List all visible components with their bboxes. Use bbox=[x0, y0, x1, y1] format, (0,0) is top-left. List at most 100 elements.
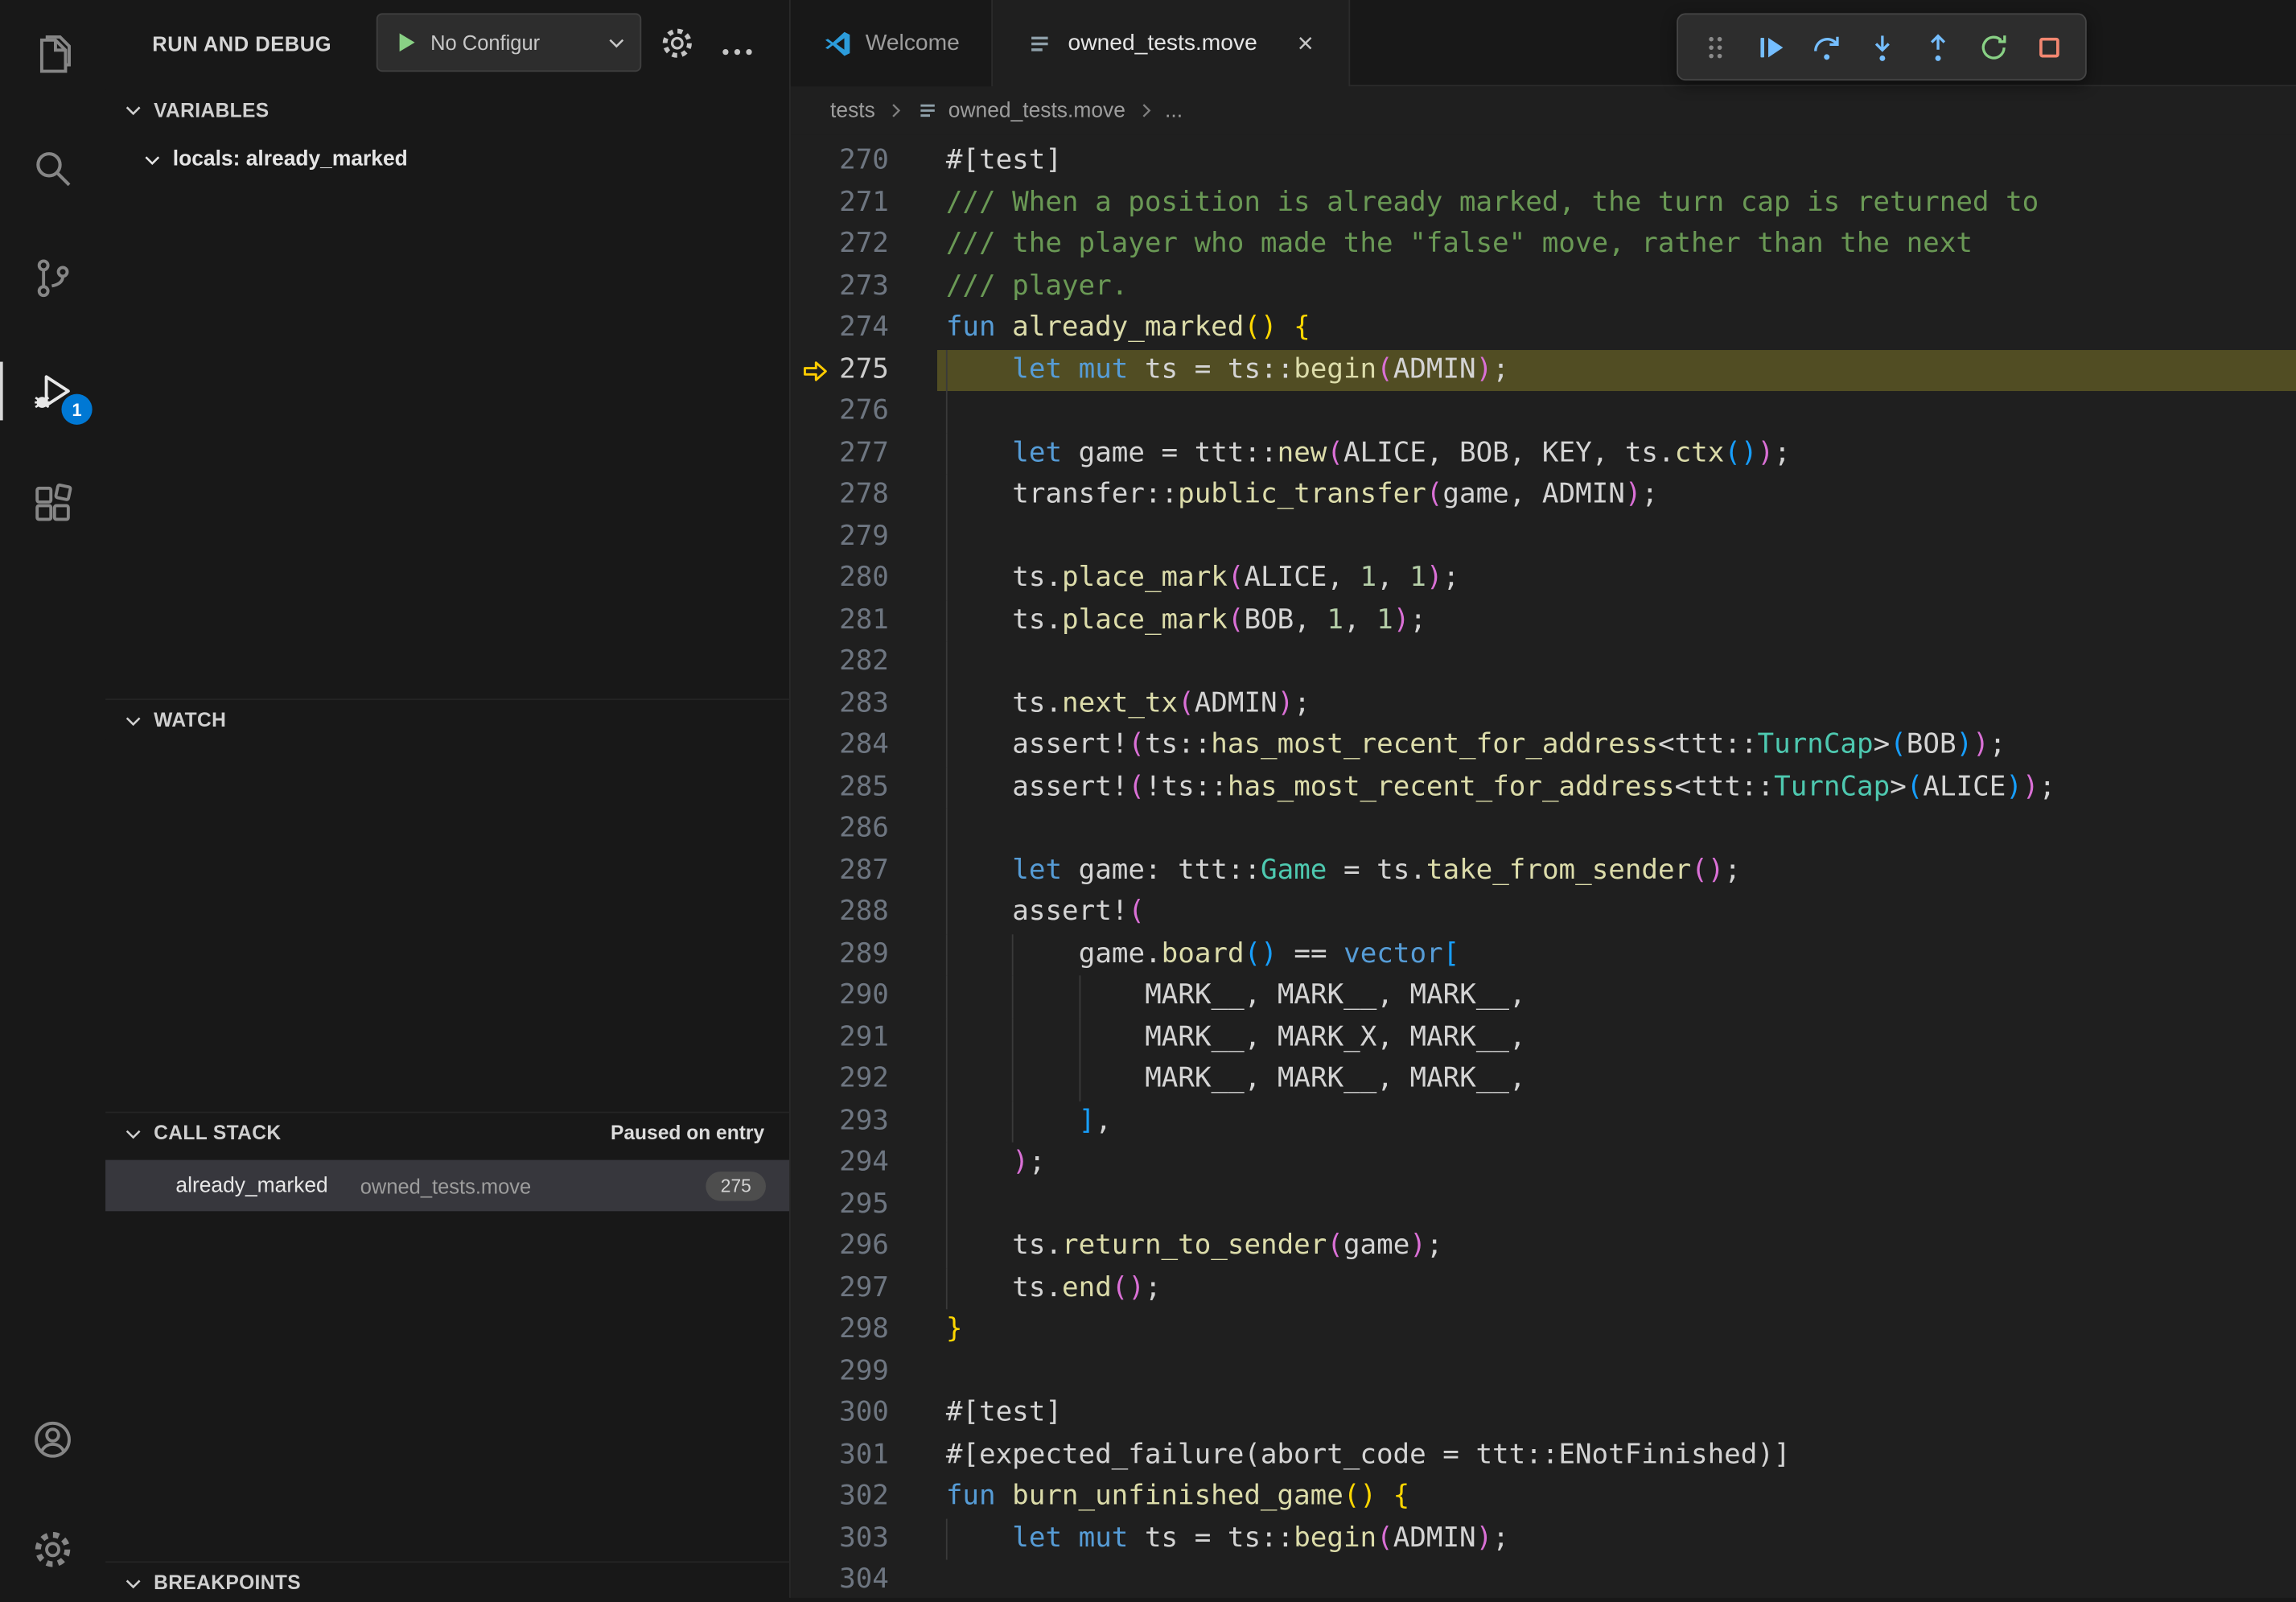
code-line-301[interactable]: 301#[expected_failure(abort_code = ttt::… bbox=[791, 1435, 2296, 1476]
line-number: 283 bbox=[791, 683, 889, 725]
line-number: 276 bbox=[791, 391, 889, 433]
explorer-icon[interactable] bbox=[0, 18, 105, 94]
indent-guide bbox=[1012, 933, 1078, 975]
code-text: fun burn_unfinished_game() { bbox=[946, 1476, 1409, 1518]
tab-welcome[interactable]: Welcome bbox=[791, 0, 994, 86]
code-line-275[interactable]: 275let mut ts = ts::begin(ADMIN); bbox=[791, 349, 2296, 391]
code-line-290[interactable]: 290MARK__, MARK__, MARK__, bbox=[791, 975, 2296, 1017]
start-debugging-icon[interactable] bbox=[391, 28, 420, 57]
code-line-273[interactable]: 273/// player. bbox=[791, 266, 2296, 307]
code-text: /// player. bbox=[946, 266, 1128, 307]
code-text: let game = ttt::new(ALICE, BOB, KEY, ts.… bbox=[946, 433, 1791, 475]
code-line-298[interactable]: 298} bbox=[791, 1309, 2296, 1351]
search-icon[interactable] bbox=[0, 130, 105, 207]
breakpoints-section-header[interactable]: BREAKPOINTS bbox=[105, 1561, 789, 1602]
code-line-294[interactable]: 294); bbox=[791, 1143, 2296, 1184]
code-line-286[interactable]: 286 bbox=[791, 809, 2296, 850]
code-line-295[interactable]: 295 bbox=[791, 1184, 2296, 1226]
indent-guide bbox=[1079, 975, 1145, 1017]
sidebar-title: RUN AND DEBUG bbox=[152, 0, 331, 86]
code-line-289[interactable]: 289game.board() == vector[ bbox=[791, 933, 2296, 975]
call-stack-frame[interactable]: already_marked owned_tests.move 275 bbox=[105, 1160, 789, 1212]
close-icon[interactable] bbox=[1294, 32, 1315, 54]
step-out-icon[interactable] bbox=[1914, 22, 1961, 72]
restart-icon[interactable] bbox=[1969, 22, 2016, 72]
code-line-276[interactable]: 276 bbox=[791, 391, 2296, 433]
debug-config-dropdown[interactable]: No Configur bbox=[376, 13, 641, 72]
indent-guide bbox=[1012, 1059, 1078, 1101]
indent-guide bbox=[946, 517, 1012, 558]
continue-icon[interactable] bbox=[1747, 22, 1793, 72]
chevron-right-icon bbox=[1136, 101, 1155, 121]
call-stack-header-label: CALL STACK bbox=[154, 1122, 281, 1143]
code-line-282[interactable]: 282 bbox=[791, 641, 2296, 683]
more-actions-icon[interactable] bbox=[721, 38, 755, 64]
code-line-296[interactable]: 296ts.return_to_sender(game); bbox=[791, 1226, 2296, 1268]
indent-guide bbox=[946, 641, 1012, 683]
frame-function-name: already_marked bbox=[175, 1174, 327, 1197]
code-line-271[interactable]: 271/// When a position is already marked… bbox=[791, 183, 2296, 224]
code-line-285[interactable]: 285assert!(!ts::has_most_recent_for_addr… bbox=[791, 767, 2296, 809]
account-icon[interactable] bbox=[0, 1402, 105, 1478]
code-line-280[interactable]: 280ts.place_mark(ALICE, 1, 1); bbox=[791, 558, 2296, 599]
code-line-288[interactable]: 288assert!( bbox=[791, 892, 2296, 934]
code-line-304[interactable]: 304 bbox=[791, 1560, 2296, 1598]
code-line-297[interactable]: 297ts.end(); bbox=[791, 1267, 2296, 1309]
code-line-287[interactable]: 287let game: ttt::Game = ts.take_from_se… bbox=[791, 850, 2296, 892]
line-number: 280 bbox=[791, 558, 889, 599]
code-line-291[interactable]: 291MARK__, MARK_X, MARK__, bbox=[791, 1017, 2296, 1059]
breadcrumb-item-symbol[interactable]: ... bbox=[1165, 99, 1183, 122]
code-line-278[interactable]: 278transfer::public_transfer(game, ADMIN… bbox=[791, 475, 2296, 517]
code-line-277[interactable]: 277let game = ttt::new(ALICE, BOB, KEY, … bbox=[791, 433, 2296, 475]
code-line-270[interactable]: 270#[test] bbox=[791, 141, 2296, 183]
code-line-281[interactable]: 281ts.place_mark(BOB, 1, 1); bbox=[791, 599, 2296, 641]
indent-guide bbox=[946, 975, 1012, 1017]
code-line-292[interactable]: 292MARK__, MARK__, MARK__, bbox=[791, 1059, 2296, 1101]
watch-header-label: WATCH bbox=[154, 709, 226, 731]
step-over-icon[interactable] bbox=[1803, 22, 1850, 72]
line-number: 281 bbox=[791, 599, 889, 641]
stop-icon[interactable] bbox=[2025, 22, 2072, 72]
code-line-293[interactable]: 293], bbox=[791, 1101, 2296, 1143]
scope-label: locals: already_marked bbox=[173, 148, 408, 171]
breadcrumb-item-tests[interactable]: tests bbox=[830, 99, 875, 122]
code-line-284[interactable]: 284assert!(ts::has_most_recent_for_addre… bbox=[791, 725, 2296, 767]
line-number: 291 bbox=[791, 1017, 889, 1059]
code-line-274[interactable]: 274fun already_marked() { bbox=[791, 307, 2296, 349]
extensions-icon[interactable] bbox=[0, 466, 105, 542]
variables-section-header[interactable]: VARIABLES bbox=[105, 89, 789, 130]
indent-guide bbox=[946, 767, 1012, 809]
step-into-icon[interactable] bbox=[1858, 22, 1905, 72]
run-and-debug-icon[interactable]: 1 bbox=[0, 353, 105, 430]
file-icon bbox=[915, 98, 940, 123]
indent-guide bbox=[946, 433, 1012, 475]
indent-guide bbox=[946, 1226, 1012, 1268]
variables-scope-locals[interactable]: locals: already_marked bbox=[105, 138, 789, 182]
toolbar-grip-icon[interactable] bbox=[1691, 22, 1738, 72]
call-stack-section-header[interactable]: CALL STACK Paused on entry bbox=[105, 1112, 789, 1153]
watch-section-header[interactable]: WATCH bbox=[105, 698, 789, 739]
code-line-279[interactable]: 279 bbox=[791, 517, 2296, 558]
debug-gear-icon[interactable] bbox=[659, 25, 696, 69]
code-line-283[interactable]: 283ts.next_tx(ADMIN); bbox=[791, 683, 2296, 725]
line-number: 290 bbox=[791, 975, 889, 1017]
chevron-down-icon bbox=[123, 1122, 143, 1143]
breadcrumb-item-file[interactable]: owned_tests.move bbox=[948, 99, 1125, 122]
source-control-icon[interactable] bbox=[0, 241, 105, 317]
line-number: 288 bbox=[791, 892, 889, 934]
code-line-300[interactable]: 300#[test] bbox=[791, 1393, 2296, 1435]
code-line-299[interactable]: 299 bbox=[791, 1351, 2296, 1393]
code-line-302[interactable]: 302fun burn_unfinished_game() { bbox=[791, 1476, 2296, 1518]
code-text: assert!(!ts::has_most_recent_for_address… bbox=[946, 767, 2055, 809]
frame-file-name: owned_tests.move bbox=[360, 1174, 531, 1197]
code-line-303[interactable]: 303let mut ts = ts::begin(ADMIN); bbox=[791, 1518, 2296, 1560]
code-editor[interactable]: 270#[test]271/// When a position is alre… bbox=[791, 134, 2296, 1597]
tab-owned-tests-move[interactable]: owned_tests.move bbox=[994, 0, 1350, 86]
indent-guide bbox=[946, 475, 1012, 517]
code-text: assert!(ts::has_most_recent_for_address<… bbox=[946, 725, 2006, 767]
breakpoints-header-label: BREAKPOINTS bbox=[154, 1571, 301, 1593]
code-line-272[interactable]: 272/// the player who made the "false" m… bbox=[791, 224, 2296, 266]
line-number: 294 bbox=[791, 1143, 889, 1184]
indent-guide bbox=[946, 1059, 1012, 1101]
settings-gear-icon[interactable] bbox=[0, 1511, 105, 1588]
